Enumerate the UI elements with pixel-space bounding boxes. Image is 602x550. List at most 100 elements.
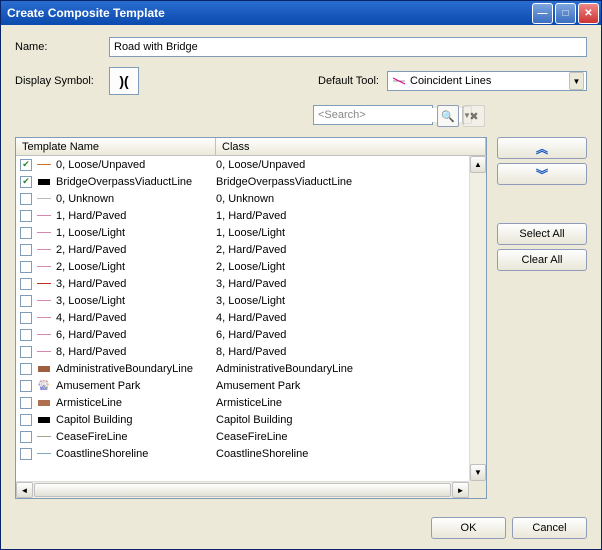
scroll-down-icon[interactable]: ▼ <box>470 464 486 481</box>
row-checkbox[interactable] <box>20 397 32 409</box>
table-row[interactable]: CoastlineShorelineCoastlineShoreline <box>16 445 486 462</box>
row-symbol-icon <box>36 414 52 426</box>
clear-search-button: ✖ <box>463 105 485 127</box>
row-class: Amusement Park <box>216 380 486 392</box>
row-class: 0, Unknown <box>216 193 486 205</box>
row-checkbox[interactable] <box>20 380 32 392</box>
row-name: BridgeOverpassViaductLine <box>56 176 192 188</box>
row-symbol-icon: 🎡 <box>36 380 52 392</box>
table-row[interactable]: 3, Hard/Paved3, Hard/Paved <box>16 275 486 292</box>
scroll-left-icon[interactable]: ◄ <box>16 482 33 498</box>
table-row[interactable]: 1, Hard/Paved1, Hard/Paved <box>16 207 486 224</box>
template-list: Template Name Class ✔ 0, Loose/Unpaved 0, … <box>15 137 487 499</box>
row-checkbox[interactable]: ✔ <box>20 176 32 188</box>
table-row[interactable]: 0, Unknown 0, Unknown <box>16 190 486 207</box>
row-name: CeaseFireLine <box>56 431 128 443</box>
row-checkbox[interactable] <box>20 227 32 239</box>
table-row[interactable]: ArmisticeLineArmisticeLine <box>16 394 486 411</box>
row-checkbox[interactable] <box>20 193 32 205</box>
row-name: 0, Unknown <box>56 193 114 205</box>
window-buttons: — □ ✕ <box>532 3 599 24</box>
table-row[interactable]: CeaseFireLine CeaseFireLine <box>16 428 486 445</box>
row-name: 1, Loose/Light <box>56 227 125 239</box>
row-name: AdministrativeBoundaryLine <box>56 363 193 375</box>
row-name: 4, Hard/Paved <box>56 312 126 324</box>
row-class: 2, Loose/Light <box>216 261 486 273</box>
table-row[interactable]: 1, Loose/Light1, Loose/Light <box>16 224 486 241</box>
table-row[interactable]: 2, Hard/Paved2, Hard/Paved <box>16 241 486 258</box>
row-checkbox[interactable] <box>20 278 32 290</box>
row-class: 3, Loose/Light <box>216 295 486 307</box>
row-name: CoastlineShoreline <box>56 448 148 460</box>
row-symbol-icon <box>36 329 52 341</box>
row-checkbox[interactable] <box>20 312 32 324</box>
row-class: 2, Hard/Paved <box>216 244 486 256</box>
default-tool-label: Default Tool: <box>318 75 379 87</box>
row-checkbox[interactable] <box>20 431 32 443</box>
select-all-button[interactable]: Select All <box>497 223 587 245</box>
name-input[interactable] <box>109 37 587 57</box>
row-class: 0, Loose/Unpaved <box>216 159 486 171</box>
row-name: 8, Hard/Paved <box>56 346 126 358</box>
row-symbol-icon <box>36 397 52 409</box>
row-symbol-icon <box>36 278 52 290</box>
display-symbol-label: Display Symbol: <box>15 75 101 87</box>
table-row[interactable]: ✔0, Loose/Unpaved0, Loose/Unpaved <box>16 156 486 173</box>
row-name: 3, Loose/Light <box>56 295 125 307</box>
scroll-corner <box>469 481 486 498</box>
row-checkbox[interactable]: ✔ <box>20 159 32 171</box>
header-class[interactable]: Class <box>216 138 486 155</box>
bridge-symbol-icon: )( <box>119 73 128 89</box>
footer: OK Cancel <box>15 509 587 539</box>
row-symbol-icon <box>36 193 52 205</box>
search-button[interactable]: 🔍 <box>437 105 459 127</box>
cancel-button[interactable]: Cancel <box>512 517 587 539</box>
row-checkbox[interactable] <box>20 295 32 307</box>
scroll-up-icon[interactable]: ▲ <box>470 156 486 173</box>
row-class: CeaseFireLine <box>216 431 486 443</box>
row-class: 4, Hard/Paved <box>216 312 486 324</box>
row-checkbox[interactable] <box>20 261 32 273</box>
header-template-name[interactable]: Template Name <box>16 138 216 155</box>
move-down-button[interactable]: ︾ <box>497 163 587 185</box>
row-symbol-icon <box>36 312 52 324</box>
row-checkbox[interactable] <box>20 448 32 460</box>
row-checkbox[interactable] <box>20 414 32 426</box>
table-row[interactable]: ✔BridgeOverpassViaductLineBridgeOverpass… <box>16 173 486 190</box>
table-row[interactable]: 6, Hard/Paved6, Hard/Paved <box>16 326 486 343</box>
row-checkbox[interactable] <box>20 346 32 358</box>
table-row[interactable]: 4, Hard/Paved 4, Hard/Paved <box>16 309 486 326</box>
table-row[interactable]: AdministrativeBoundaryLine Administrative… <box>16 360 486 377</box>
scroll-right-icon[interactable]: ► <box>452 482 469 498</box>
move-up-button[interactable]: ︽ <box>497 137 587 159</box>
side-buttons: ︽ ︾ Select All Clear All <box>497 137 587 499</box>
default-tool-select[interactable]: Coincident Lines ▼ <box>387 71 587 91</box>
table-row[interactable]: 2, Loose/Light2, Loose/Light <box>16 258 486 275</box>
window-title: Create Composite Template <box>7 6 532 20</box>
row-checkbox[interactable] <box>20 244 32 256</box>
minimize-button[interactable]: — <box>532 3 553 24</box>
vertical-scrollbar[interactable]: ▲ ▼ <box>469 156 486 481</box>
table-row[interactable]: Capitol BuildingCapitol Building <box>16 411 486 428</box>
table-row[interactable]: 🎡Amusement ParkAmusement Park <box>16 377 486 394</box>
close-button[interactable]: ✕ <box>578 3 599 24</box>
row-checkbox[interactable] <box>20 210 32 222</box>
row-class: AdministrativeBoundaryLine <box>216 363 486 375</box>
row-symbol-icon <box>36 363 52 375</box>
clear-all-button[interactable]: Clear All <box>497 249 587 271</box>
scroll-thumb[interactable] <box>34 483 451 497</box>
row-symbol-icon <box>36 295 52 307</box>
display-symbol-button[interactable]: )( <box>109 67 139 95</box>
row-name: 3, Hard/Paved <box>56 278 126 290</box>
horizontal-scrollbar[interactable]: ◄ ► <box>16 481 469 498</box>
row-checkbox[interactable] <box>20 329 32 341</box>
chevron-double-down-icon: ︾ <box>536 166 548 183</box>
row-symbol-icon <box>36 159 52 171</box>
ok-button[interactable]: OK <box>431 517 506 539</box>
table-row[interactable]: 8, Hard/Paved8, Hard/Paved <box>16 343 486 360</box>
row-class: Capitol Building <box>216 414 486 426</box>
maximize-button[interactable]: □ <box>555 3 576 24</box>
row-checkbox[interactable] <box>20 363 32 375</box>
list-body[interactable]: ✔0, Loose/Unpaved0, Loose/Unpaved✔Bridge… <box>16 156 486 498</box>
table-row[interactable]: 3, Loose/Light 3, Loose/Light <box>16 292 486 309</box>
